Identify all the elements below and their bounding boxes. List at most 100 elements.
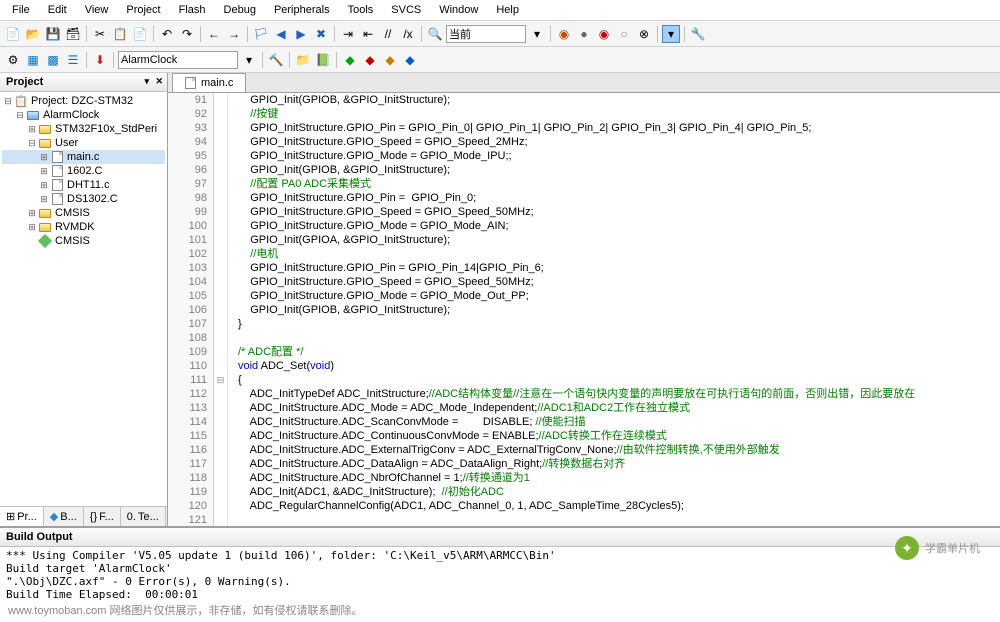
batch-build-icon[interactable]: ☰ xyxy=(64,51,82,69)
tools-icon[interactable]: 🔧 xyxy=(689,25,707,43)
code-text[interactable]: GPIO_Init(GPIOB, &GPIO_InitStructure); xyxy=(228,303,450,317)
menu-window[interactable]: Window xyxy=(431,2,486,18)
code-line[interactable]: 115 ADC_InitStructure.ADC_ContinuousConv… xyxy=(168,429,1000,443)
code-text[interactable]: GPIO_InitStructure.GPIO_Pin = GPIO_Pin_0… xyxy=(228,191,476,205)
find-icon[interactable]: 🔍 xyxy=(426,25,444,43)
code-text[interactable]: //电机 xyxy=(228,247,278,261)
code-line[interactable]: 107} xyxy=(168,317,1000,331)
code-text[interactable] xyxy=(228,513,238,526)
panel-menu-icon[interactable]: ▾ xyxy=(144,76,149,87)
bookmark-next-icon[interactable]: ▶ xyxy=(292,25,310,43)
fold-marker[interactable] xyxy=(214,233,228,247)
fold-marker[interactable]: ⊟ xyxy=(214,373,228,387)
tab-functions[interactable]: {}F... xyxy=(84,507,121,526)
fold-marker[interactable] xyxy=(214,247,228,261)
window-icon[interactable]: ▾ xyxy=(662,25,680,43)
menu-peripherals[interactable]: Peripherals xyxy=(266,2,338,18)
fold-marker[interactable] xyxy=(214,359,228,373)
fold-marker[interactable] xyxy=(214,345,228,359)
code-text[interactable]: { xyxy=(228,373,242,387)
debug-icon[interactable]: ◉ xyxy=(555,25,573,43)
code-line[interactable]: 111⊟{ xyxy=(168,373,1000,387)
menu-file[interactable]: File xyxy=(4,2,38,18)
fold-marker[interactable] xyxy=(214,135,228,149)
breakpoint-icon[interactable]: ● xyxy=(575,25,593,43)
code-text[interactable] xyxy=(228,331,238,345)
tree-group-user[interactable]: ⊟User xyxy=(2,136,165,150)
indent-icon[interactable]: ⇥ xyxy=(339,25,357,43)
code-line[interactable]: 102 //电机 xyxy=(168,247,1000,261)
code-line[interactable]: 94 GPIO_InitStructure.GPIO_Speed = GPIO_… xyxy=(168,135,1000,149)
target-combo[interactable] xyxy=(118,51,238,69)
code-line[interactable]: 104 GPIO_InitStructure.GPIO_Speed = GPIO… xyxy=(168,275,1000,289)
menu-svcs[interactable]: SVCS xyxy=(383,2,429,18)
fold-marker[interactable] xyxy=(214,401,228,415)
code-text[interactable]: GPIO_InitStructure.GPIO_Speed = GPIO_Spe… xyxy=(228,135,528,149)
code-text[interactable]: ADC_Init(ADC1, &ADC_InitStructure); //初始… xyxy=(228,485,504,499)
fold-marker[interactable] xyxy=(214,443,228,457)
code-text[interactable]: GPIO_Init(GPIOB, &GPIO_InitStructure); xyxy=(228,163,450,177)
code-text[interactable]: ADC_InitStructure.ADC_Mode = ADC_Mode_In… xyxy=(228,401,690,415)
code-line[interactable]: 92 //按键 xyxy=(168,107,1000,121)
translate-icon[interactable]: ⚙ xyxy=(4,51,22,69)
fold-marker[interactable] xyxy=(214,289,228,303)
tree-file-ds1302[interactable]: ⊞DS1302.C xyxy=(2,192,165,206)
tab-books[interactable]: ◆B... xyxy=(44,507,84,526)
rebuild-icon[interactable]: ▩ xyxy=(44,51,62,69)
fold-marker[interactable] xyxy=(214,457,228,471)
code-line[interactable]: 120 ADC_RegularChannelConfig(ADC1, ADC_C… xyxy=(168,499,1000,513)
download-icon[interactable]: ⬇ xyxy=(91,51,109,69)
save-icon[interactable]: 💾 xyxy=(44,25,62,43)
fold-marker[interactable] xyxy=(214,317,228,331)
code-line[interactable]: 117 ADC_InitStructure.ADC_DataAlign = AD… xyxy=(168,457,1000,471)
menu-edit[interactable]: Edit xyxy=(40,2,75,18)
project-tree[interactable]: ⊟📋Project: DZC-STM32 ⊟AlarmClock ⊞STM32F… xyxy=(0,92,167,506)
fold-marker[interactable] xyxy=(214,107,228,121)
code-text[interactable]: GPIO_InitStructure.GPIO_Mode = GPIO_Mode… xyxy=(228,149,512,163)
code-text[interactable]: ADC_InitStructure.ADC_NbrOfChannel = 1;/… xyxy=(228,471,530,485)
code-text[interactable]: GPIO_InitStructure.GPIO_Mode = GPIO_Mode… xyxy=(228,289,529,303)
fold-marker[interactable] xyxy=(214,387,228,401)
fold-marker[interactable] xyxy=(214,429,228,443)
find-combo-drop-icon[interactable]: ▾ xyxy=(528,25,546,43)
code-line[interactable]: 106 GPIO_Init(GPIOB, &GPIO_InitStructure… xyxy=(168,303,1000,317)
code-line[interactable]: 119 ADC_Init(ADC1, &ADC_InitStructure); … xyxy=(168,485,1000,499)
fold-marker[interactable] xyxy=(214,415,228,429)
code-line[interactable]: 113 ADC_InitStructure.ADC_Mode = ADC_Mod… xyxy=(168,401,1000,415)
breakpoint-disable-icon[interactable]: ○ xyxy=(615,25,633,43)
code-text[interactable]: } xyxy=(228,317,242,331)
code-text[interactable]: GPIO_InitStructure.GPIO_Pin = GPIO_Pin_1… xyxy=(228,261,544,275)
code-text[interactable]: ADC_InitStructure.ADC_DataAlign = ADC_Da… xyxy=(228,457,625,471)
undo-icon[interactable]: ↶ xyxy=(158,25,176,43)
code-text[interactable]: GPIO_Init(GPIOB, &GPIO_InitStructure); xyxy=(228,93,450,107)
step-over-icon[interactable]: ◆ xyxy=(401,51,419,69)
code-line[interactable]: 99 GPIO_InitStructure.GPIO_Speed = GPIO_… xyxy=(168,205,1000,219)
code-line[interactable]: 91 GPIO_Init(GPIOB, &GPIO_InitStructure)… xyxy=(168,93,1000,107)
menu-flash[interactable]: Flash xyxy=(171,2,214,18)
fold-marker[interactable] xyxy=(214,219,228,233)
code-line[interactable]: 103 GPIO_InitStructure.GPIO_Pin = GPIO_P… xyxy=(168,261,1000,275)
tab-templates[interactable]: 0.Te... xyxy=(121,507,166,526)
bookmark-clear-icon[interactable]: ✖ xyxy=(312,25,330,43)
code-line[interactable]: 96 GPIO_Init(GPIOB, &GPIO_InitStructure)… xyxy=(168,163,1000,177)
nav-fwd-icon[interactable]: → xyxy=(225,25,243,43)
code-text[interactable]: GPIO_Init(GPIOA, &GPIO_InitStructure); xyxy=(228,233,450,247)
outdent-icon[interactable]: ⇤ xyxy=(359,25,377,43)
code-text[interactable]: ADC_InitStructure.ADC_ExternalTrigConv =… xyxy=(228,443,780,457)
open-icon[interactable]: 📂 xyxy=(24,25,42,43)
bookmark-prev-icon[interactable]: ◀ xyxy=(272,25,290,43)
code-line[interactable]: 93 GPIO_InitStructure.GPIO_Pin = GPIO_Pi… xyxy=(168,121,1000,135)
panel-close-icon[interactable]: ✕ xyxy=(155,76,163,87)
new-icon[interactable]: 📄 xyxy=(4,25,22,43)
code-line[interactable]: 114 ADC_InitStructure.ADC_ScanConvMode =… xyxy=(168,415,1000,429)
fold-marker[interactable] xyxy=(214,177,228,191)
code-text[interactable]: ADC_RegularChannelConfig(ADC1, ADC_Chann… xyxy=(228,499,684,513)
tree-group-rvmdk[interactable]: ⊞RVMDK xyxy=(2,220,165,234)
fold-marker[interactable] xyxy=(214,261,228,275)
fold-marker[interactable] xyxy=(214,93,228,107)
fold-marker[interactable] xyxy=(214,149,228,163)
editor-tab-main[interactable]: main.c xyxy=(172,73,246,92)
code-line[interactable]: 100 GPIO_InitStructure.GPIO_Mode = GPIO_… xyxy=(168,219,1000,233)
manage-icon[interactable]: 📗 xyxy=(314,51,332,69)
code-line[interactable]: 95 GPIO_InitStructure.GPIO_Mode = GPIO_M… xyxy=(168,149,1000,163)
